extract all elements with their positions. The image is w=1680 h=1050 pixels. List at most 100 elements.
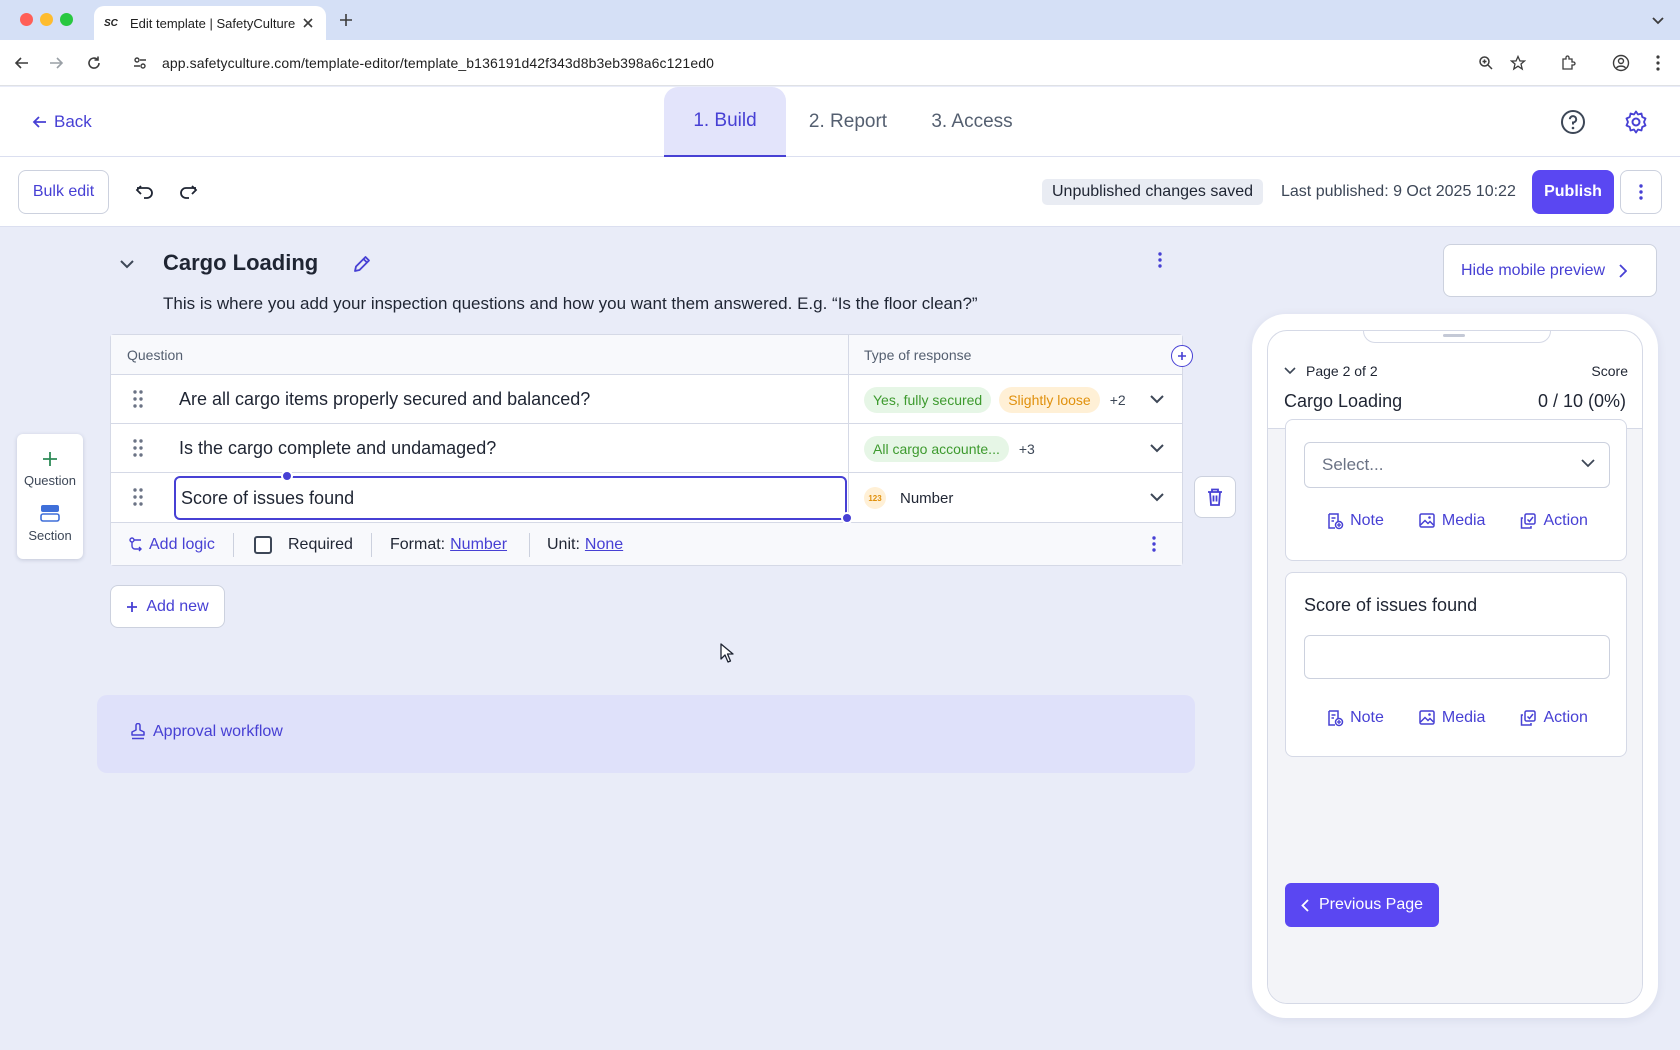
browser-back-icon[interactable] <box>12 53 32 73</box>
add-column-icon[interactable] <box>1171 345 1193 367</box>
unit-link[interactable]: None <box>585 536 623 554</box>
chevron-down-icon[interactable] <box>1147 487 1167 507</box>
more-responses-count: +3 <box>1018 441 1035 457</box>
pencil-icon[interactable] <box>350 252 374 276</box>
bulk-edit-button[interactable]: Bulk edit <box>18 170 109 214</box>
action-icon <box>1521 710 1537 726</box>
preview-question-card: Score of issues found Note Media Action <box>1285 572 1627 757</box>
required-checkbox[interactable]: Required <box>254 534 353 556</box>
add-section-button[interactable]: Section <box>17 504 83 543</box>
media-button[interactable]: Media <box>1418 709 1485 727</box>
omnibox[interactable]: app.safetyculture.com/template-editor/te… <box>120 46 1488 80</box>
action-label: Action <box>1543 512 1588 529</box>
mobile-preview-frame: Page 2 of 2 Score Cargo Loading 0 / 10 (… <box>1252 314 1658 1018</box>
more-responses-count: +2 <box>1109 392 1126 408</box>
reload-icon[interactable] <box>84 53 104 73</box>
browser-tab-title: Edit template | SafetyCulture <box>130 15 296 31</box>
response-type[interactable]: Yes, fully secured Slightly loose +2 <box>864 387 1126 413</box>
media-button[interactable]: Media <box>1418 512 1485 530</box>
chevron-down-icon[interactable] <box>1147 389 1167 409</box>
chevron-down-icon <box>1581 459 1595 468</box>
back-link[interactable]: Back <box>32 109 92 135</box>
add-question-button[interactable]: Question <box>17 451 83 488</box>
section-more-icon[interactable] <box>1150 248 1170 272</box>
resize-handle[interactable] <box>281 470 293 482</box>
window-minimize-button[interactable] <box>40 13 53 26</box>
zoom-icon[interactable] <box>1476 53 1496 73</box>
browser-tab[interactable]: SC Edit template | SafetyCulture <box>94 6 326 40</box>
question-text[interactable]: Are all cargo items properly secured and… <box>179 389 590 410</box>
undo-icon[interactable] <box>133 180 157 204</box>
chevron-down-icon <box>1284 367 1296 375</box>
response-type[interactable]: 123 Number <box>864 485 953 511</box>
previous-page-button[interactable]: Previous Page <box>1285 883 1439 927</box>
mobile-preview-screen: Page 2 of 2 Score Cargo Loading 0 / 10 (… <box>1267 330 1643 1004</box>
question-more-icon[interactable] <box>1149 533 1159 555</box>
browser-forward-icon[interactable] <box>46 53 66 73</box>
profile-icon[interactable] <box>1611 53 1631 73</box>
table-row[interactable]: Is the cargo complete and undamaged? All… <box>111 424 1182 473</box>
trash-icon <box>1208 488 1222 506</box>
drag-handle-icon[interactable] <box>131 487 145 507</box>
save-status-badge: Unpublished changes saved <box>1042 179 1264 205</box>
collapse-section-icon[interactable] <box>116 253 138 275</box>
window-maximize-button[interactable] <box>60 13 73 26</box>
site-info-icon[interactable] <box>130 53 150 73</box>
question-input-value: Score of issues found <box>181 487 355 508</box>
more-vertical-icon <box>1639 184 1643 200</box>
extensions-icon[interactable] <box>1558 53 1578 73</box>
delete-question-button[interactable] <box>1194 476 1236 518</box>
page-indicator-row[interactable]: Page 2 of 2 Score <box>1284 361 1628 381</box>
add-logic-button[interactable]: Add logic <box>129 534 215 556</box>
preview-number-input[interactable] <box>1304 635 1610 679</box>
gear-icon[interactable] <box>1621 107 1651 137</box>
add-item-palette: Question Section <box>17 434 83 559</box>
note-button[interactable]: Note <box>1326 709 1384 727</box>
tab-access[interactable]: 3. Access <box>918 87 1026 157</box>
bookmark-star-icon[interactable] <box>1508 53 1528 73</box>
required-label: Required <box>288 536 353 553</box>
more-options-button[interactable] <box>1620 170 1662 214</box>
note-icon <box>1328 513 1344 530</box>
section-title[interactable]: Cargo Loading <box>163 250 318 276</box>
chevron-left-icon <box>1301 898 1309 912</box>
add-new-button[interactable]: Add new <box>110 585 225 628</box>
close-tab-icon[interactable] <box>300 15 316 31</box>
table-row-selected[interactable]: Score of issues found 123 Number <box>111 470 1182 524</box>
tab-search-icon[interactable] <box>1648 10 1668 30</box>
divider <box>529 533 530 557</box>
browser-menu-icon[interactable] <box>1648 53 1668 73</box>
help-circle-icon[interactable] <box>1558 107 1588 137</box>
chevron-down-icon[interactable] <box>1147 438 1167 458</box>
column-header-question: Question <box>127 347 184 363</box>
question-input[interactable]: Score of issues found <box>174 476 847 520</box>
number-type-icon: 123 <box>864 487 886 509</box>
approval-workflow-link[interactable]: Approval workflow <box>130 723 283 741</box>
approval-workflow-label: Approval workflow <box>153 723 283 740</box>
question-table: Question Type of response Are all cargo … <box>110 334 1183 566</box>
action-button[interactable]: Action <box>1519 709 1588 727</box>
hide-mobile-preview-button[interactable]: Hide mobile preview <box>1443 244 1657 297</box>
section-description: This is where you add your inspection qu… <box>163 294 978 313</box>
tab-report[interactable]: 2. Report <box>796 87 900 157</box>
tab-build[interactable]: 1. Build <box>664 87 786 157</box>
window-close-button[interactable] <box>20 13 33 26</box>
redo-icon[interactable] <box>176 180 200 204</box>
checkbox[interactable] <box>254 536 272 554</box>
format-link[interactable]: Number <box>450 536 507 554</box>
new-tab-icon[interactable] <box>336 10 356 30</box>
approval-workflow-panel: Approval workflow <box>97 695 1195 773</box>
table-row[interactable]: Are all cargo items properly secured and… <box>111 375 1182 424</box>
publish-button[interactable]: Publish <box>1532 170 1614 214</box>
question-text[interactable]: Is the cargo complete and undamaged? <box>179 438 496 459</box>
action-button[interactable]: Action <box>1519 512 1588 530</box>
drag-handle-icon[interactable] <box>131 438 145 458</box>
image-icon <box>1419 513 1435 528</box>
url-text: app.safetyculture.com/template-editor/te… <box>162 55 714 71</box>
preview-select[interactable]: Select... <box>1304 442 1610 488</box>
section-icon <box>40 505 60 522</box>
drag-handle-icon[interactable] <box>131 389 145 409</box>
arrow-left-icon <box>32 116 46 128</box>
response-type[interactable]: All cargo accounte... +3 <box>864 436 1035 462</box>
note-button[interactable]: Note <box>1326 512 1384 530</box>
